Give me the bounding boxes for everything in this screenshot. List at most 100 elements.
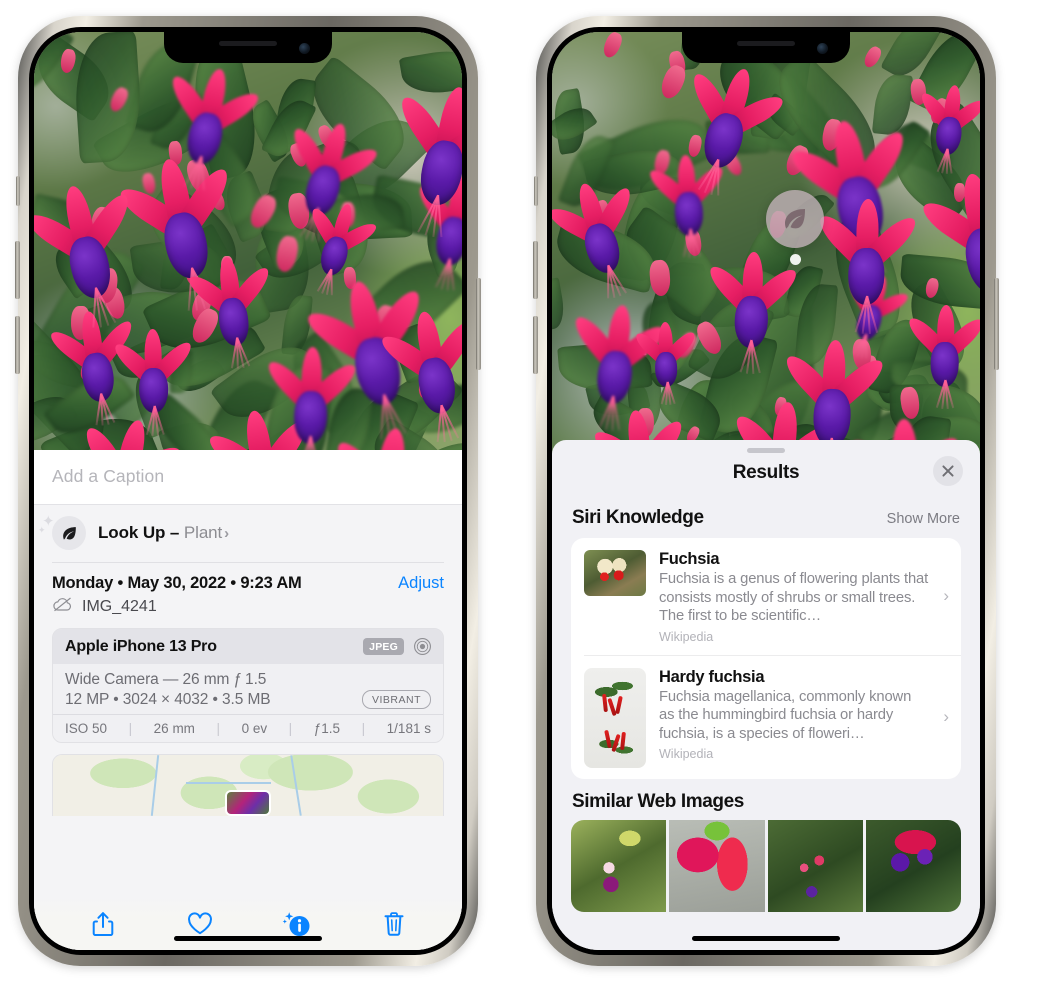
exif-card: Apple iPhone 13 Pro JPEG Wide Camera — 2… (52, 628, 444, 743)
fuchsia-flower (393, 80, 462, 238)
photo-toolbar (34, 894, 462, 950)
exif-separator: | (128, 721, 133, 736)
card-description: Fuchsia is a genus of flowering plants t… (659, 571, 929, 624)
web-image-3[interactable] (767, 819, 863, 912)
exif-specs: 12 MP • 3024 × 4032 • 3.5 MB (65, 690, 271, 708)
power-button[interactable] (994, 278, 999, 370)
fuchsia-flower (904, 304, 980, 409)
web-image-4[interactable] (865, 819, 961, 912)
web-image-1[interactable] (571, 819, 667, 912)
show-more-button[interactable]: Show More (887, 511, 960, 527)
visual-lookup-leaf-badge[interactable] (766, 190, 824, 248)
right-phone-device: Results Siri Knowledge Show More Fuchsia… (533, 16, 999, 966)
card-title: Hardy fuchsia (659, 667, 765, 686)
visual-lookup-anchor-dot (790, 254, 801, 265)
front-camera-icon (817, 43, 828, 54)
photo-filename: IMG_4241 (82, 597, 157, 615)
map-photo-pin[interactable] (225, 790, 271, 816)
exif-setting: 26 mm (153, 721, 195, 736)
adjust-button[interactable]: Adjust (398, 574, 444, 593)
aperture-icon (413, 637, 432, 656)
location-map-thumbnail[interactable] (52, 754, 444, 816)
earpiece-speaker (737, 41, 795, 46)
home-indicator[interactable] (692, 936, 840, 941)
similar-web-images-strip (571, 819, 961, 912)
photographic-style-badge: VIBRANT (361, 690, 431, 709)
cloud-slash-icon (52, 596, 73, 617)
fuchsia-flower (813, 198, 922, 335)
thumbnail-flower (601, 693, 608, 712)
fuchsia-flower (263, 346, 361, 470)
fuchsia-flower (632, 322, 699, 405)
card-title: Fuchsia (659, 550, 720, 568)
chevron-right-icon: › (943, 707, 949, 726)
mute-switch[interactable] (534, 176, 538, 206)
similar-web-images-header: Similar Web Images (552, 779, 980, 820)
exif-setting: ƒ1.5 (313, 721, 341, 736)
card-thumbnail (584, 550, 646, 596)
chevron-right-icon: › (224, 525, 230, 542)
chevron-right-icon: › (943, 586, 949, 606)
photo-flowers (34, 32, 462, 482)
exif-settings-row: ISO 50 | 26 mm | 0 ev | ƒ1.5 | 1/181 s (53, 714, 443, 742)
power-button[interactable] (476, 278, 481, 370)
left-phone-screen: Add a Caption ✦ ✦ Look Up – Plant › Mond… (34, 32, 462, 950)
volume-down-button[interactable] (15, 316, 20, 374)
fuchsia-flower (34, 179, 135, 329)
left-phone-device: Add a Caption ✦ ✦ Look Up – Plant › Mond… (15, 16, 481, 966)
card-source: Wikipedia (659, 747, 714, 761)
card-thumbnail (584, 667, 646, 768)
look-up-row[interactable]: ✦ ✦ Look Up – Plant › (34, 505, 462, 562)
caption-input[interactable]: Add a Caption (52, 466, 444, 487)
photo-viewer[interactable] (34, 32, 462, 482)
sparkle-small-icon: ✦ (38, 525, 46, 535)
home-indicator[interactable] (174, 936, 322, 941)
volume-up-button[interactable] (15, 241, 20, 299)
results-header: Results (552, 453, 980, 495)
siri-knowledge-title: Siri Knowledge (572, 507, 704, 528)
fuchsia-flower (166, 63, 263, 191)
exif-body: Wide Camera — 26 mm ƒ 1.5 12 MP • 3024 ×… (53, 664, 443, 714)
fuchsia-flower (110, 328, 196, 437)
exif-setting: ISO 50 (65, 721, 108, 736)
look-up-dash: – (165, 523, 184, 542)
fuchsia-flower (184, 254, 274, 370)
exif-separator: | (216, 721, 221, 736)
flower-bud (107, 85, 131, 114)
format-badge: JPEG (363, 638, 404, 655)
photo-viewer[interactable] (552, 32, 980, 472)
siri-knowledge-cards: Fuchsia Fuchsia is a genus of flowering … (571, 538, 961, 779)
exif-setting: 0 ev (241, 721, 268, 736)
flower-bud (59, 48, 77, 75)
card-body: Hardy fuchsia Fuchsia magellanica, commo… (659, 668, 949, 762)
fuchsia-flower (705, 251, 803, 374)
results-sheet: Results Siri Knowledge Show More Fuchsia… (552, 440, 980, 950)
metadata-block: Monday • May 30, 2022 • 9:23 AM Adjust I… (34, 562, 462, 628)
volume-up-button[interactable] (533, 241, 538, 299)
caption-row[interactable]: Add a Caption (34, 450, 462, 505)
left-phone-bezel: Add a Caption ✦ ✦ Look Up – Plant › Mond… (29, 27, 467, 955)
delete-button[interactable] (379, 908, 409, 940)
date-row: Monday • May 30, 2022 • 9:23 AM Adjust (52, 563, 444, 595)
volume-down-button[interactable] (533, 316, 538, 374)
flower-bud (656, 62, 689, 102)
look-up-label: Look Up – Plant › (98, 523, 229, 543)
photo-flowers (552, 32, 980, 472)
right-phone-screen: Results Siri Knowledge Show More Fuchsia… (552, 32, 980, 950)
flower-bud (923, 276, 940, 300)
flower-bud (600, 32, 625, 61)
share-button[interactable] (88, 908, 118, 940)
web-image-2[interactable] (669, 819, 765, 912)
flower-bud (246, 191, 281, 232)
notch (682, 32, 850, 63)
knowledge-card[interactable]: Fuchsia Fuchsia is a genus of flowering … (571, 538, 961, 655)
exif-header-badges: JPEG (363, 637, 432, 656)
flower-bud (648, 258, 673, 297)
card-source: Wikipedia (659, 629, 714, 644)
exif-separator: | (288, 721, 293, 736)
fuchsia-flower (569, 302, 670, 431)
close-button[interactable] (933, 456, 963, 486)
knowledge-card[interactable]: Hardy fuchsia Fuchsia magellanica, commo… (584, 654, 961, 779)
flower-bud (860, 44, 884, 70)
mute-switch[interactable] (16, 176, 20, 206)
